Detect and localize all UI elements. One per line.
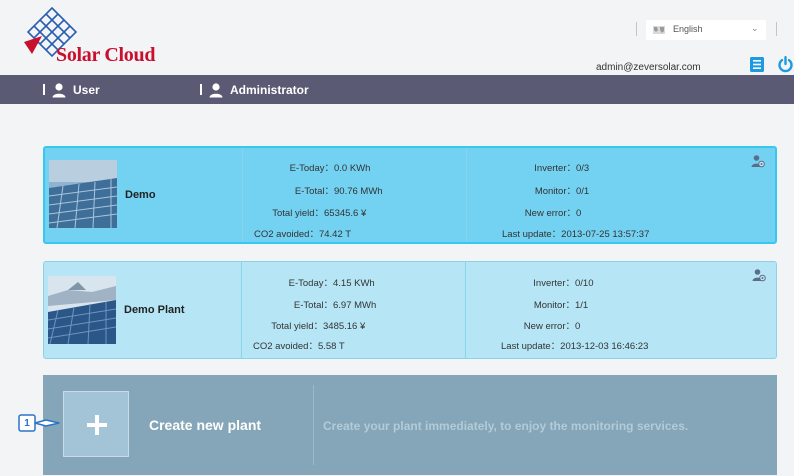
stat-e-total: E-Total：6.97 MWh xyxy=(241,297,376,311)
stat-value: 2013-07-25 13:57:37 xyxy=(561,229,650,240)
stat-label: Total yield： xyxy=(272,208,324,219)
user-icon xyxy=(52,82,66,97)
stat-label: Total yield： xyxy=(271,321,323,332)
create-plant-label[interactable]: Create new plant xyxy=(149,417,261,433)
stat-e-today: E-Today：0.0 KWh xyxy=(242,160,371,174)
language-label: English xyxy=(673,24,703,34)
divider xyxy=(43,84,45,95)
stat-value: 4.15 KWh xyxy=(333,278,375,289)
stat-value: 1/1 xyxy=(575,300,589,311)
create-plant-description: Create your plant immediately, to enjoy … xyxy=(323,419,689,433)
stat-value: 5.58 T xyxy=(317,341,345,352)
stat-last-update: Last update：2013-07-25 13:57:37 xyxy=(502,226,649,240)
nav-bar: User Administrator xyxy=(0,75,794,104)
stat-e-today: E-Today：4.15 KWh xyxy=(241,275,375,289)
stat-label: Monitor： xyxy=(533,300,575,311)
callout-number: 1 xyxy=(24,418,30,429)
stat-total-yield: Total yield：3485.16 ¥ xyxy=(241,318,365,332)
plant-name[interactable]: Demo Plant xyxy=(124,262,185,358)
nav-item-label: User xyxy=(73,82,100,97)
plant-name[interactable]: Demo xyxy=(125,148,156,242)
stat-value: 6.97 MWh xyxy=(333,300,377,311)
stat-label: Last update： xyxy=(502,229,562,240)
stat-value: 74.42 T xyxy=(318,229,351,240)
nav-item-label: Administrator xyxy=(230,82,309,97)
stat-value: 0/1 xyxy=(576,186,590,197)
divider xyxy=(776,22,777,36)
stat-co2: CO2 avoided：5.58 T xyxy=(253,338,345,352)
stat-value: 0/10 xyxy=(575,278,594,289)
globe-icon xyxy=(653,26,665,34)
stat-new-error: New error：0 xyxy=(466,205,582,219)
stat-new-error: New error：0 xyxy=(465,318,581,332)
stat-value: 2013-12-03 16:46:23 xyxy=(560,341,649,352)
stat-label: CO2 avoided： xyxy=(254,229,319,240)
stat-e-total: E-Total：90.76 MWh xyxy=(242,183,383,197)
stat-co2: CO2 avoided：74.42 T xyxy=(254,226,351,240)
stat-label: E-Today： xyxy=(289,163,334,174)
stat-label: Inverter： xyxy=(533,278,575,289)
stat-label: Inverter： xyxy=(534,163,576,174)
callout-badge: 1 xyxy=(18,411,62,437)
stat-monitor: Monitor：0/1 xyxy=(466,183,589,197)
stat-value: 90.76 MWh xyxy=(334,186,383,197)
nav-item-administrator[interactable]: Administrator xyxy=(200,75,309,104)
stat-total-yield: Total yield：65345.6 ¥ xyxy=(242,205,366,219)
stat-value: 0/3 xyxy=(576,163,590,174)
user-settings-icon[interactable] xyxy=(752,268,766,282)
stat-monitor: Monitor：1/1 xyxy=(465,297,588,311)
solar-cloud-logo[interactable]: Solar Cloud xyxy=(22,6,182,70)
stat-label: New error： xyxy=(523,321,575,332)
stat-label: E-Total： xyxy=(293,300,333,311)
stat-value: 3485.16 ¥ xyxy=(323,321,366,332)
stat-label: E-Today： xyxy=(288,278,333,289)
stat-label: New error： xyxy=(524,208,576,219)
stat-label: E-Total： xyxy=(294,186,334,197)
create-plant-button[interactable] xyxy=(63,391,129,457)
plant-thumbnail xyxy=(49,160,117,228)
divider xyxy=(636,22,637,36)
stat-last-update: Last update：2013-12-03 16:46:23 xyxy=(501,338,648,352)
plant-card[interactable]: Demo Plant E-Today：4.15 KWh E-Total：6.97… xyxy=(43,261,777,359)
divider xyxy=(313,385,314,465)
stat-value: 0 xyxy=(576,208,582,219)
language-select[interactable]: English ⌄ xyxy=(646,20,766,40)
list-icon[interactable] xyxy=(750,57,764,72)
stat-label: Monitor： xyxy=(534,186,576,197)
header: Solar Cloud English ⌄ admin@zeversolar.c… xyxy=(18,0,794,75)
stat-inverter: Inverter：0/3 xyxy=(466,160,589,174)
divider xyxy=(200,84,202,95)
stat-label: CO2 avoided： xyxy=(253,341,318,352)
stat-value: 0 xyxy=(575,321,581,332)
chevron-down-icon: ⌄ xyxy=(751,23,759,33)
plant-card[interactable]: Demo E-Today：0.0 KWh E-Total：90.76 MWh T… xyxy=(43,146,777,244)
stat-inverter: Inverter：0/10 xyxy=(465,275,594,289)
stat-label: Last update： xyxy=(501,341,561,352)
user-settings-icon[interactable] xyxy=(751,154,765,168)
plant-thumbnail xyxy=(48,276,116,344)
create-plant-panel: Create new plant Create your plant immed… xyxy=(43,375,777,475)
stat-value: 0.0 KWh xyxy=(334,163,371,174)
power-icon[interactable] xyxy=(777,56,794,73)
account-email: admin@zeversolar.com xyxy=(596,62,701,73)
stat-value: 65345.6 ¥ xyxy=(324,208,367,219)
nav-item-user[interactable]: User xyxy=(43,75,100,104)
user-icon xyxy=(209,82,223,97)
logo-text: Solar Cloud xyxy=(56,44,156,66)
